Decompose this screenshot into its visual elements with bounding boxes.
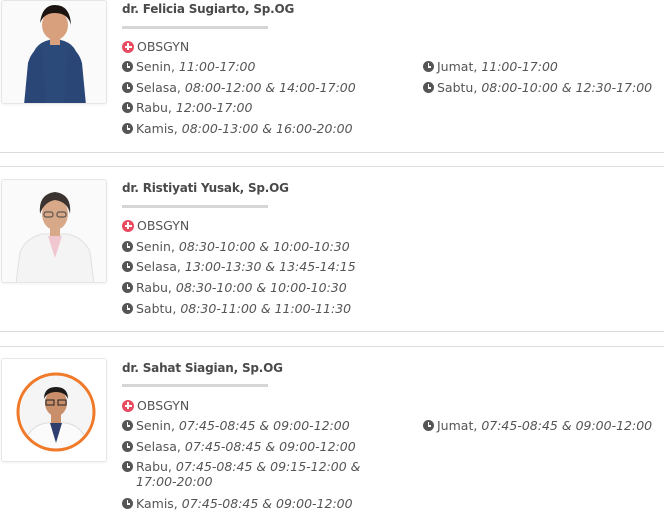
plus-circle-icon (122, 40, 134, 53)
doctor-name-2[interactable]: dr. Ristiyati Yusak, Sp.OG (122, 181, 289, 195)
clock-icon (122, 261, 133, 272)
clock-icon (122, 61, 133, 72)
clock-icon (423, 420, 434, 431)
schedule-row: Selasa, 08:00-12:00 & 14:00-17:00 (122, 80, 356, 95)
doctor-photo-1[interactable] (1, 0, 107, 104)
schedule-row: Senin, 08:30-10:00 & 10:00-10:30 (122, 239, 350, 254)
doctor-name-3[interactable]: dr. Sahat Siagian, Sp.OG (122, 361, 283, 375)
doctor-card-2[interactable]: dr. Ristiyati Yusak, Sp.OG OBSGYN Senin,… (0, 167, 664, 331)
schedule-row: Rabu, 07:45-08:45 & 09:15-12:00 & 17:00-… (122, 459, 392, 489)
doctor-card-3[interactable]: dr. Sahat Siagian, Sp.OG OBSGYN Senin, 0… (0, 347, 664, 512)
name-underline (122, 205, 268, 208)
doctor-photo-3[interactable] (1, 358, 107, 462)
specialty-label: OBSGYN (137, 218, 190, 233)
clock-icon (122, 498, 133, 509)
clock-icon (122, 303, 133, 314)
doctor-name-1[interactable]: dr. Felicia Sugiarto, Sp.OG (122, 2, 294, 16)
clock-icon (423, 82, 434, 93)
name-underline (122, 384, 268, 387)
doctor-card-1[interactable]: dr. Felicia Sugiarto, Sp.OG OBSGYN Senin… (0, 0, 664, 152)
doctor-photo-2[interactable] (1, 179, 107, 283)
specialty-label: OBSGYN (137, 39, 190, 54)
clock-icon (122, 82, 133, 93)
clock-icon (122, 461, 133, 472)
schedule-row: Jumat, 11:00-17:00 (423, 59, 558, 74)
specialty-label: OBSGYN (137, 398, 190, 413)
specialty-1: OBSGYN (122, 39, 189, 54)
schedule-row: Rabu, 12:00-17:00 (122, 100, 252, 115)
schedule-row: Selasa, 07:45-08:45 & 09:00-12:00 (122, 439, 356, 454)
schedule-row: Senin, 11:00-17:00 (122, 59, 255, 74)
schedule-row: Kamis, 08:00-13:00 & 16:00-20:00 (122, 121, 353, 136)
clock-icon (122, 241, 133, 252)
clock-icon (423, 61, 434, 72)
clock-icon (122, 441, 133, 452)
schedule-row: Senin, 07:45-08:45 & 09:00-12:00 (122, 418, 350, 433)
card-divider (0, 152, 664, 153)
plus-circle-icon (122, 399, 134, 412)
schedule-row: Kamis, 07:45-08:45 & 09:00-12:00 (122, 496, 353, 511)
schedule-row: Sabtu, 08:30-11:00 & 11:00-11:30 (122, 301, 351, 316)
clock-icon (122, 102, 133, 113)
schedule-row: Rabu, 08:30-10:00 & 10:00-10:30 (122, 280, 347, 295)
schedule-row: Sabtu, 08:00-10:00 & 12:30-17:00 (423, 80, 652, 95)
clock-icon (122, 123, 133, 134)
clock-icon (122, 282, 133, 293)
specialty-3: OBSGYN (122, 398, 189, 413)
card-divider (0, 331, 664, 332)
specialty-2: OBSGYN (122, 218, 189, 233)
name-underline (122, 26, 268, 29)
schedule-row: Selasa, 13:00-13:30 & 13:45-14:15 (122, 259, 356, 274)
schedule-row: Jumat, 07:45-08:45 & 09:00-12:00 (423, 418, 652, 433)
clock-icon (122, 420, 133, 431)
plus-circle-icon (122, 219, 134, 232)
